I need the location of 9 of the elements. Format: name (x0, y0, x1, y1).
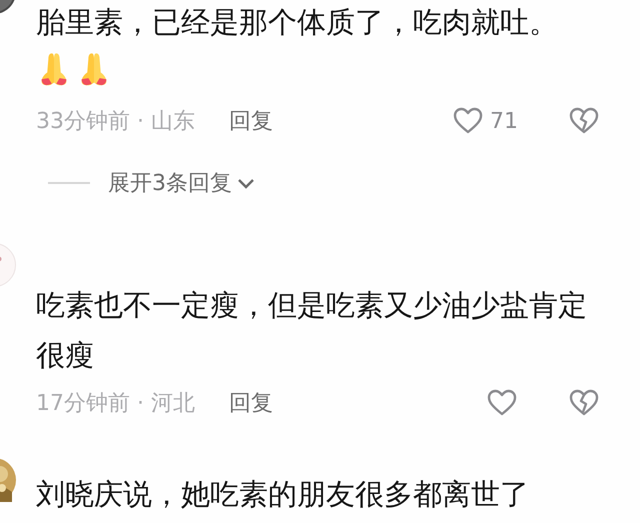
comment-text: 胎里素，已经是那个体质了，吃肉就吐。 (36, 4, 559, 41)
like-count: 71 (490, 108, 518, 134)
time-location: 33分钟前 · 山东 (36, 108, 195, 136)
reply-link[interactable]: 回复 (228, 388, 273, 418)
expand-replies-link[interactable]: 展开3条回复 (108, 168, 232, 198)
comment-text: 刘晓庆说，她吃素的朋友很多都离世了 (36, 476, 530, 512)
time-location: 17分钟前 · 河北 (36, 390, 195, 418)
comment-text: 吃素也不一定瘦，但是吃素又少油少盐肯定很瘦 (36, 287, 588, 374)
reply-link[interactable]: 回复 (228, 106, 273, 136)
